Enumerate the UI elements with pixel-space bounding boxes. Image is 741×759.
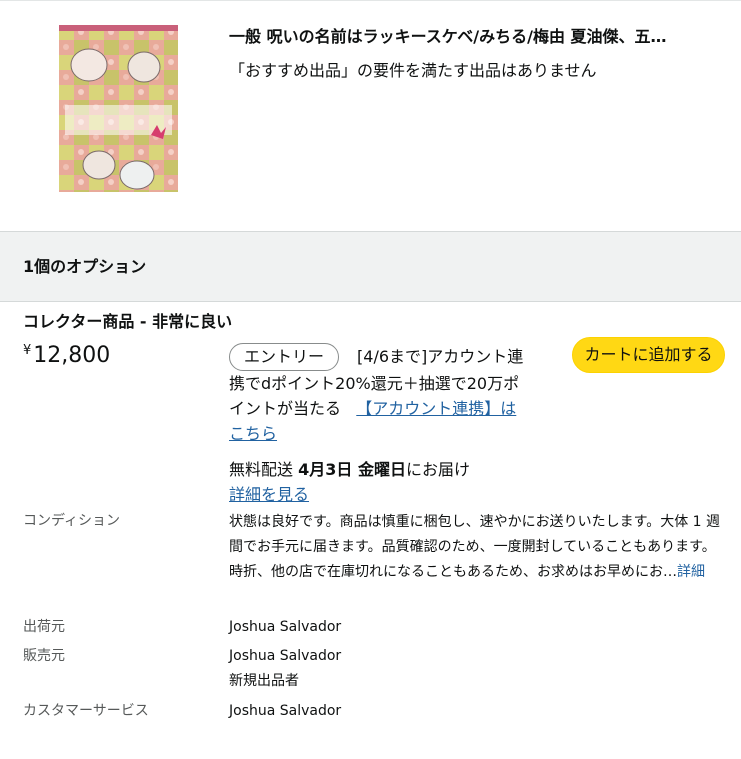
customer-service-link[interactable]: Joshua Salvador bbox=[229, 701, 341, 721]
delivery-date: 4月3日 金曜日 bbox=[298, 460, 406, 479]
seller-link[interactable]: Joshua Salvador bbox=[229, 646, 341, 666]
add-to-cart-button[interactable]: カートに追加する bbox=[572, 337, 725, 373]
condition-label: コンディション bbox=[23, 513, 121, 529]
entry-button[interactable]: エントリー bbox=[229, 343, 340, 371]
seller-status: 新規出品者 bbox=[229, 673, 299, 689]
price-value: 12,800 bbox=[33, 343, 111, 368]
delivery-info: 無料配送 4月3日 金曜日にお届け 詳細を見る bbox=[229, 457, 549, 507]
product-summary: 一般 呪いの名前はラッキースケベ/みちる/梅由 夏油傑、五… 「おすすめ出品」の… bbox=[0, 0, 741, 231]
options-header: 1個のオプション bbox=[0, 231, 741, 302]
ships-from-label: 出荷元 bbox=[23, 619, 65, 635]
sold-by-label: 販売元 bbox=[23, 648, 65, 664]
options-count: 1個のオプション bbox=[23, 257, 147, 276]
promotion-block: エントリー [4/6まで]アカウント連携でdポイント20%還元＋抽選で20万ポイン… bbox=[229, 343, 529, 446]
delivery-prefix: 無料配送 bbox=[229, 460, 294, 479]
condition-text: 状態は良好です。商品は慎重に梱包し、速やかにお送りいたします。大体 1 週間でお… bbox=[229, 514, 721, 580]
condition-description: 状態は良好です。商品は慎重に梱包し、速やかにお送りいたします。大体 1 週間でお… bbox=[229, 510, 727, 585]
customer-service-label: カスタマーサービス bbox=[23, 703, 149, 719]
offer-price: ¥12,800 bbox=[23, 337, 110, 370]
offer-condition: コレクター商品 - 非常に良い bbox=[23, 312, 233, 331]
product-cover-image[interactable] bbox=[59, 25, 178, 192]
product-title[interactable]: 一般 呪いの名前はラッキースケベ/みちる/梅由 夏油傑、五… bbox=[229, 26, 729, 48]
ships-from-value: Joshua Salvador bbox=[229, 619, 342, 635]
delivery-details-link[interactable]: 詳細を見る bbox=[229, 485, 309, 504]
condition-more-link[interactable]: 詳細 bbox=[677, 564, 705, 580]
delivery-suffix: にお届け bbox=[405, 460, 470, 479]
featured-offer-note: 「おすすめ出品」の要件を満たす出品はありません bbox=[229, 61, 597, 80]
currency-symbol: ¥ bbox=[23, 343, 32, 358]
